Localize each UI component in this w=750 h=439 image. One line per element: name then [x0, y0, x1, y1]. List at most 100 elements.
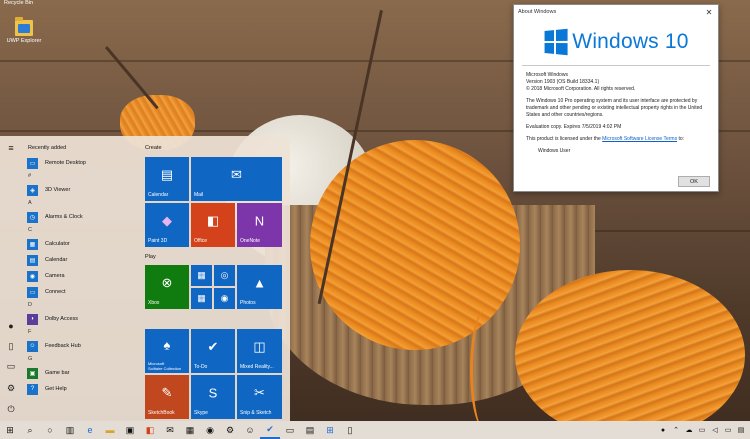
file-explorer-icon[interactable]: ▬ [100, 421, 120, 439]
tile-groove-music[interactable]: ◎ [214, 265, 235, 286]
edge-icon[interactable]: e [80, 421, 100, 439]
recycle-bin-label[interactable]: Recycle Bin [4, 0, 33, 6]
letter-header-d[interactable]: D [22, 300, 140, 311]
list-item-get-help[interactable]: ? Get Help [22, 381, 140, 397]
tile-solitaire[interactable]: ♠ Microsoft Solitaire Collection [145, 329, 189, 373]
windows-logo-text: Windows 10 [572, 30, 689, 53]
tile-photos[interactable]: ▲ Photos [237, 265, 282, 309]
feedback-icon: ☺ [27, 340, 38, 352]
uwp-explorer-desktop-icon[interactable]: UWP Explorer [4, 17, 44, 44]
calendar-icon: ▤ [160, 167, 174, 183]
letter-header-a[interactable]: A [22, 198, 140, 209]
app-label: Alarms & Clock [45, 214, 83, 220]
people-icon[interactable]: ● [658, 423, 668, 437]
network-icon[interactable]: ▭ [697, 423, 707, 437]
group-title-create[interactable]: Create [145, 145, 162, 151]
letter-header-f[interactable]: F [22, 327, 140, 338]
film-icon: ▦ [197, 270, 206, 280]
task-view-icon[interactable]: ▥ [60, 421, 80, 439]
onenote-icon: N [254, 213, 265, 229]
tile-calendar[interactable]: ▤ Calendar [145, 157, 189, 201]
list-item-dolby[interactable]: ◗ Dolby Access [22, 311, 140, 327]
windows-info-icon[interactable]: ⊞ [320, 421, 340, 439]
office-icon[interactable]: ◧ [140, 421, 160, 439]
evaluation-text: Evaluation copy. Expires 7/5/2019 4:02 P… [526, 124, 622, 130]
app-list[interactable]: Recently added ▭ Remote Desktop # ◈ 3D V… [22, 136, 140, 421]
calculator-icon[interactable]: ▦ [180, 421, 200, 439]
uwp-explorer-icon[interactable]: ▤ [300, 421, 320, 439]
pictures-icon[interactable]: ▭ [4, 359, 18, 373]
license-terms-link[interactable]: Microsoft Software License Terms [602, 136, 677, 142]
dialog-titlebar[interactable]: About Windows ✕ [514, 5, 718, 19]
dolby-icon: ◗ [27, 313, 38, 325]
tile-label: Skype [194, 410, 208, 416]
tile-movies-tv[interactable]: ▦ [191, 265, 212, 286]
tile-calculator-small[interactable]: ▦ [191, 288, 212, 309]
onedrive-icon[interactable]: ☁ [684, 423, 694, 437]
about-windows-dialog: About Windows ✕ Windows 10 Microsoft Win… [513, 4, 719, 192]
tile-snip-sketch[interactable]: ✂ Snip & Sketch [237, 375, 282, 419]
feedback-icon[interactable]: ☺ [240, 421, 260, 439]
app-label: Game bar [45, 370, 70, 376]
start-windows-icon[interactable]: ⊞ [0, 421, 20, 439]
music-disc-icon: ◎ [220, 270, 229, 280]
tile-onenote[interactable]: N OneNote [237, 203, 282, 247]
close-icon[interactable]: ✕ [700, 5, 718, 19]
tile-label: Mail [194, 192, 204, 198]
power-icon[interactable]: ⏻ [4, 402, 18, 416]
todo-icon[interactable]: ✔ [260, 421, 280, 439]
ok-button[interactable]: OK [678, 176, 710, 187]
tile-todo[interactable]: ✔ To-Do [191, 329, 235, 373]
tile-label: Photos [240, 300, 256, 306]
camera-icon[interactable]: ◉ [200, 421, 220, 439]
letter-header-hash[interactable]: # [22, 171, 140, 182]
divider [522, 65, 710, 66]
taskbar: ⊞ ⌕ ○ ▥ e ▬ ▣ ◧ ✉ ▦ ◉ ⚙ ☺ ✔ ▭ ▤ ⊞ ▯ ● ⌃ … [0, 421, 750, 439]
uwp-explorer-label: UWP Explorer [6, 38, 42, 44]
list-item-game-bar[interactable]: ▣ Game bar [22, 365, 140, 381]
group-title-play[interactable]: Play [145, 254, 156, 260]
hamburger-menu-icon[interactable]: ≡ [4, 141, 18, 155]
cortana-icon[interactable]: ○ [40, 421, 60, 439]
list-item-3d-viewer[interactable]: ◈ 3D Viewer [22, 182, 140, 198]
list-item-alarms[interactable]: ◷ Alarms & Clock [22, 209, 140, 225]
remote-desktop-icon: ▭ [27, 157, 38, 169]
store-icon[interactable]: ▣ [120, 421, 140, 439]
search-icon[interactable]: ⌕ [20, 421, 40, 439]
tile-office[interactable]: ◧ Office [191, 203, 235, 247]
list-item-camera[interactable]: ◉ Camera [22, 268, 140, 284]
list-item-feedback[interactable]: ☺ Feedback Hub [22, 338, 140, 354]
action-center-icon[interactable]: ▤ [736, 423, 746, 437]
user-account-icon[interactable]: ● [4, 319, 18, 333]
live-tiles-area: Create ▤ Calendar ✉ Mail ◆ Paint 3D ◧ Of… [144, 136, 288, 421]
notepad-icon[interactable]: ▯ [340, 421, 360, 439]
tile-skype[interactable]: S Skype [191, 375, 235, 419]
tile-xbox[interactable]: ⊗ Xbox [145, 265, 189, 309]
help-icon: ? [27, 383, 38, 395]
app-label: Connect [45, 289, 66, 295]
photos-icon[interactable]: ▭ [280, 421, 300, 439]
settings-gear-icon[interactable]: ⚙ [4, 381, 18, 395]
battery-icon[interactable]: ▭ [723, 423, 733, 437]
app-label: Feedback Hub [45, 343, 81, 349]
list-item-calculator[interactable]: ▦ Calculator [22, 236, 140, 252]
documents-icon[interactable]: ▯ [4, 339, 18, 353]
tile-paint-3d[interactable]: ◆ Paint 3D [145, 203, 189, 247]
list-item-connect[interactable]: ▭ Connect [22, 284, 140, 300]
letter-header-c[interactable]: C [22, 225, 140, 236]
mail-icon: ✉ [231, 167, 242, 183]
calendar-icon: ▤ [27, 254, 38, 266]
about-body: Microsoft Windows Version 1903 (OS Build… [514, 72, 718, 155]
settings-gear-icon[interactable]: ⚙ [220, 421, 240, 439]
list-item-calendar[interactable]: ▤ Calendar [22, 252, 140, 268]
tile-label: Microsoft Solitaire Collection [148, 361, 182, 371]
tile-webcam-small[interactable]: ◉ [214, 288, 235, 309]
letter-header-g[interactable]: G [22, 354, 140, 365]
mail-icon[interactable]: ✉ [160, 421, 180, 439]
list-item-remote-desktop[interactable]: ▭ Remote Desktop [22, 155, 140, 171]
chevron-up-icon[interactable]: ⌃ [671, 423, 681, 437]
volume-icon[interactable]: ◁ [710, 423, 720, 437]
tile-mixed-reality[interactable]: ◫ Mixed Reality... [237, 329, 282, 373]
tile-sketchbook[interactable]: ✎ SketchBook [145, 375, 189, 419]
tile-mail[interactable]: ✉ Mail [191, 157, 282, 201]
